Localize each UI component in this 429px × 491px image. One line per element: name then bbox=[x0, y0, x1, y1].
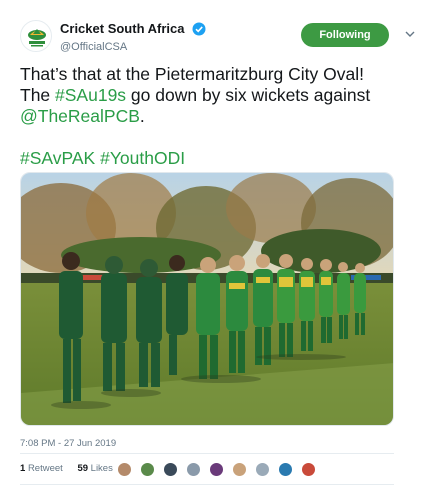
tweet-timestamp[interactable]: 7:08 PM - 27 Jun 2019 bbox=[20, 438, 116, 449]
hashtag-sau19s[interactable]: #SAu19s bbox=[55, 85, 126, 105]
tweet-line: #SAvPAK #YouthODI bbox=[20, 148, 410, 169]
liker-avatar[interactable] bbox=[185, 462, 201, 478]
liker-avatar[interactable] bbox=[277, 462, 293, 478]
account-handle[interactable]: @OfficialCSA bbox=[60, 41, 206, 53]
liker-avatar[interactable] bbox=[254, 462, 270, 478]
tweet-header: Cricket South Africa @OfficialCSA Follow… bbox=[20, 18, 415, 58]
tweet-text-segment: go down by six wickets against bbox=[126, 85, 371, 105]
following-button[interactable]: Following bbox=[301, 23, 389, 47]
tweet-line: The #SAu19s go down by six wickets again… bbox=[20, 85, 410, 106]
tweet-line: That’s that at the Pietermaritzburg City… bbox=[20, 64, 410, 85]
cricket-players-handshake-photo bbox=[21, 173, 393, 425]
hashtag-youthodi[interactable]: #YouthODI bbox=[100, 148, 185, 168]
liker-avatar[interactable] bbox=[162, 462, 178, 478]
tweet-photo[interactable] bbox=[20, 172, 394, 426]
likes-stat[interactable]: 59 Likes bbox=[77, 463, 118, 474]
protea-logo-icon bbox=[28, 29, 46, 47]
display-name[interactable]: Cricket South Africa bbox=[60, 21, 185, 36]
hashtag-savpak[interactable]: #SAvPAK bbox=[20, 148, 95, 168]
divider bbox=[20, 453, 394, 454]
tweet-stats: 1 Retweet 59 Likes bbox=[20, 463, 125, 474]
divider bbox=[20, 484, 394, 485]
retweet-count: 1 bbox=[20, 463, 26, 474]
liker-avatar[interactable] bbox=[117, 462, 132, 478]
retweet-stat[interactable]: 1 Retweet bbox=[20, 463, 69, 474]
liker-avatar[interactable] bbox=[231, 462, 247, 478]
verified-badge-icon bbox=[192, 22, 206, 36]
tweet-text-segment: The bbox=[20, 85, 56, 105]
liker-avatar[interactable] bbox=[300, 462, 316, 478]
tweet-text: That’s that at the Pietermaritzburg City… bbox=[20, 64, 410, 169]
likes-label: Likes bbox=[90, 463, 113, 474]
tweet-text-segment: . bbox=[139, 106, 145, 126]
tweet-text-segment: That’s that at the Pietermaritzburg City… bbox=[20, 64, 364, 84]
likes-count: 59 bbox=[77, 463, 89, 474]
liker-avatars bbox=[117, 461, 319, 479]
liker-avatar[interactable] bbox=[208, 462, 224, 478]
author-block: Cricket South Africa @OfficialCSA bbox=[60, 20, 206, 53]
chevron-down-icon[interactable] bbox=[404, 28, 416, 40]
tweet-line: @TheRealPCB. bbox=[20, 106, 410, 127]
mention-therealpcb[interactable]: @TheRealPCB bbox=[20, 106, 140, 126]
retweet-label: Retweet bbox=[27, 463, 63, 474]
liker-avatar[interactable] bbox=[139, 462, 155, 478]
csa-logo-avatar[interactable] bbox=[20, 20, 52, 52]
